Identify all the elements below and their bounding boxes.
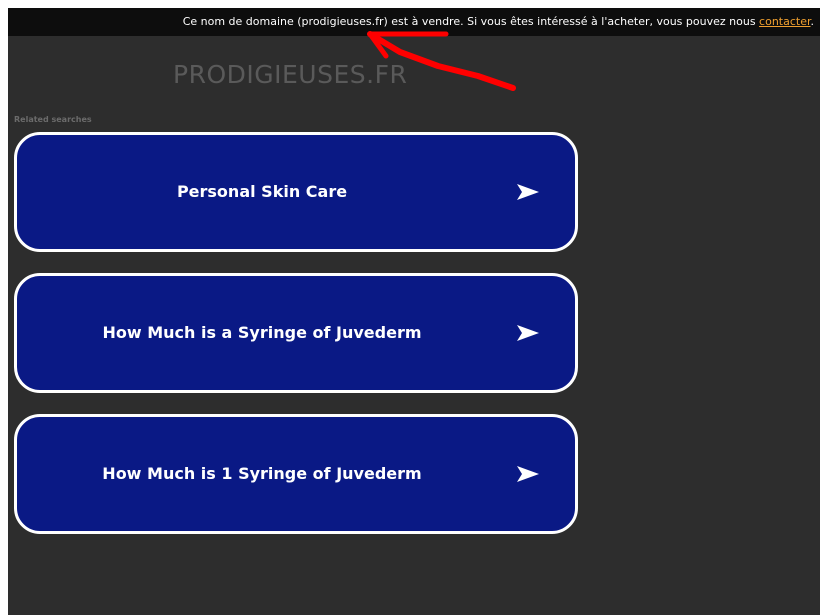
related-search-label: How Much is 1 Syringe of Juvederm xyxy=(102,464,422,483)
related-search-item-syringe-juvederm[interactable]: How Much is a Syringe of Juvederm xyxy=(14,273,578,393)
arrow-right-icon xyxy=(517,184,539,200)
related-search-label: How Much is a Syringe of Juvederm xyxy=(102,323,422,342)
related-search-item-1-syringe-juvederm[interactable]: How Much is 1 Syringe of Juvederm xyxy=(14,414,578,534)
banner-text: Ce nom de domaine (prodigieuses.fr) est … xyxy=(182,15,760,28)
related-search-label: Personal Skin Care xyxy=(176,182,348,201)
related-search-item-personal-skin-care[interactable]: Personal Skin Care xyxy=(14,132,578,252)
domain-sale-banner: Ce nom de domaine (prodigieuses.fr) est … xyxy=(8,8,820,36)
arrow-right-icon xyxy=(517,325,539,341)
site-title: PRODIGIEUSES.FR xyxy=(173,60,408,89)
banner-period: . xyxy=(810,15,815,28)
related-searches-heading: Related searches xyxy=(14,115,92,124)
arrow-right-icon xyxy=(517,466,539,482)
contact-link[interactable]: contacter xyxy=(759,15,810,28)
page-frame: Ce nom de domaine (prodigieuses.fr) est … xyxy=(8,8,820,615)
